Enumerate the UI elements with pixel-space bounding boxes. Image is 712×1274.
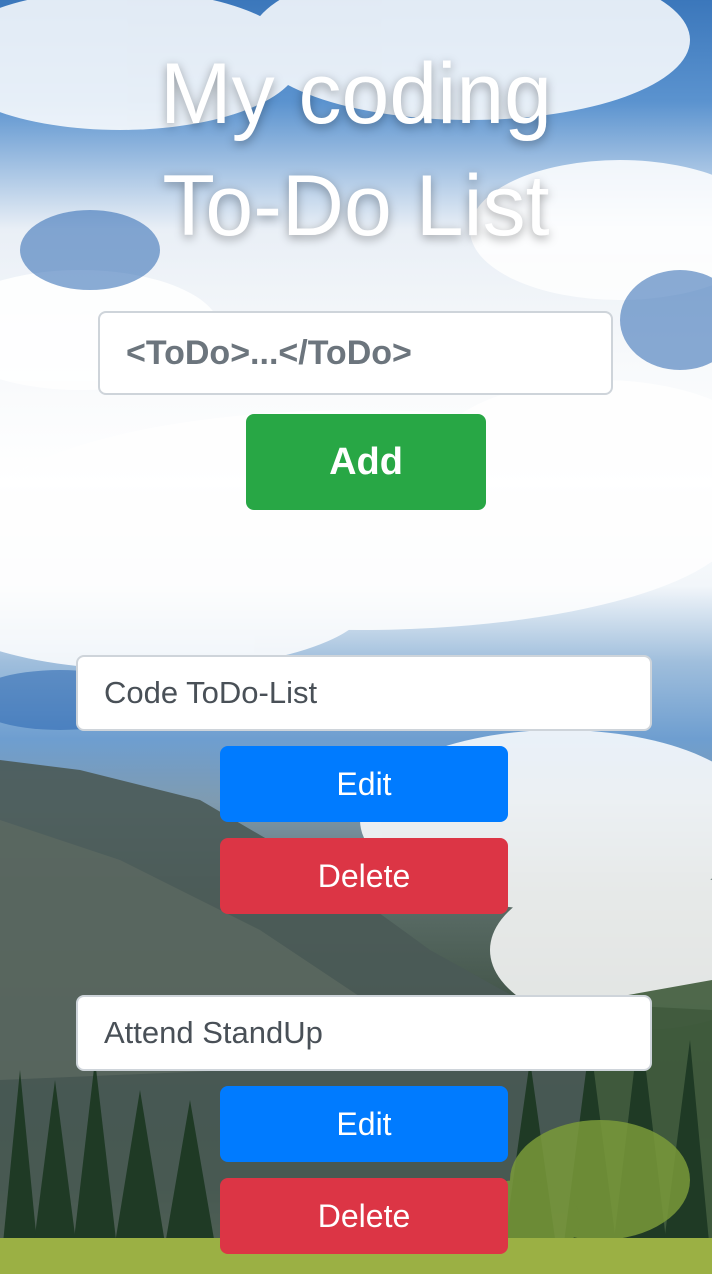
new-todo-input[interactable] [98, 311, 613, 395]
page-title-line-1: My coding [160, 46, 552, 142]
todo-item-text-field[interactable] [76, 655, 652, 731]
todo-app: My coding To-Do List Add Edit Delete Edi… [0, 0, 712, 1274]
add-button[interactable]: Add [246, 414, 486, 510]
todo-item-text-field[interactable] [76, 995, 652, 1071]
edit-button[interactable]: Edit [220, 746, 508, 822]
edit-button[interactable]: Edit [220, 1086, 508, 1162]
page-title: My coding To-Do List [0, 38, 712, 262]
delete-button[interactable]: Delete [220, 1178, 508, 1254]
page-title-line-2: To-Do List [162, 158, 550, 254]
delete-button[interactable]: Delete [220, 838, 508, 914]
